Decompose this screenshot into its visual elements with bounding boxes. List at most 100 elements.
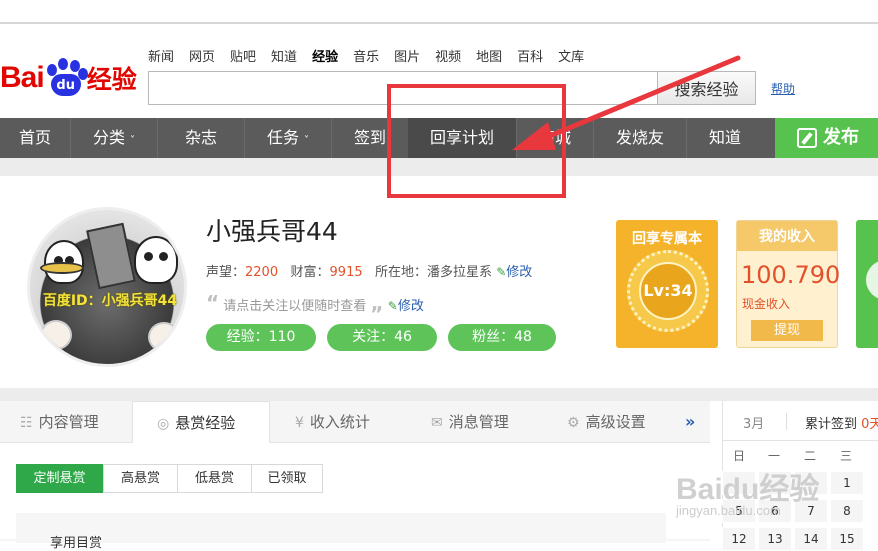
nav-tasks[interactable]: 任务 ˅: [245, 118, 331, 158]
weekday-wed: 三: [839, 449, 852, 463]
product-nav: 新闻 网页 贴吧 知道 经验 音乐 图片 视频 地图 百科 文库: [148, 46, 584, 65]
pencil-icon: ✎: [496, 265, 507, 279]
signin-total-label: 累计签到: [805, 417, 858, 432]
tab-reward-experience[interactable]: ◎ 悬赏经验: [132, 401, 270, 444]
calendar-day[interactable]: 15: [830, 527, 864, 551]
straw-hat-icon: [40, 262, 84, 274]
subtab-high-reward[interactable]: 高悬赏: [103, 464, 178, 493]
tab-income-stats[interactable]: ¥ 收入统计: [295, 401, 370, 443]
product-nav-images[interactable]: 图片: [394, 46, 420, 65]
help-link[interactable]: 帮助: [771, 80, 795, 97]
avatar[interactable]: 百度ID：小强兵哥44: [27, 207, 187, 367]
experience-count-pill[interactable]: 经验：110: [206, 324, 316, 351]
following-count-pill[interactable]: 关注：46: [327, 324, 437, 351]
calendar-day[interactable]: 1: [830, 471, 864, 495]
logo-bai-text: Bai: [0, 61, 45, 94]
baidu-watermark: Baidu经验: [676, 473, 820, 506]
reward-list-header: 享用目赏: [50, 536, 103, 551]
subtab-claimed[interactable]: 已领取: [251, 464, 323, 493]
product-nav-jingyan[interactable]: 经验: [312, 46, 338, 65]
reputation-label: 声望：: [206, 265, 246, 280]
level-value: Lv:34: [639, 262, 697, 320]
top-divider: [0, 22, 878, 24]
product-nav-music[interactable]: 音乐: [353, 46, 379, 65]
close-quote-icon: „: [370, 291, 384, 315]
baidu-jingyan-logo[interactable]: Bai du 经验: [0, 56, 137, 100]
signin-total-value: 0天: [861, 417, 878, 432]
calendar-day[interactable]: 8: [830, 499, 864, 523]
nav-enthusiast[interactable]: 发烧友: [594, 118, 686, 158]
publish-label: 发布: [823, 127, 859, 148]
chevron-down-icon: ˅: [304, 135, 310, 146]
skull-icon: [134, 236, 178, 284]
level-medal-icon: Lv:34: [627, 250, 709, 332]
user-name: 小强兵哥44: [206, 217, 338, 246]
tab-advanced-settings-label: 高级设置: [585, 413, 646, 431]
location-label: 所在地：: [375, 265, 428, 280]
user-stats: 声望：2200 财富：9915 所在地：潘多拉星系 ✎修改: [206, 261, 532, 280]
edit-icon: [797, 128, 817, 148]
level-card[interactable]: 回享专属本 Lv:34: [616, 220, 718, 348]
list-icon: ☷: [20, 415, 33, 431]
search-button[interactable]: 搜索经验: [657, 71, 756, 105]
weekday-sun: 日: [732, 449, 745, 463]
product-nav-news[interactable]: 新闻: [148, 46, 174, 65]
subtab-custom-reward[interactable]: 定制悬赏: [16, 464, 103, 493]
product-nav-map[interactable]: 地图: [476, 46, 502, 65]
section-band: [0, 388, 878, 401]
product-nav-tieba[interactable]: 贴吧: [230, 46, 256, 65]
signature-text: 请点击关注以便随时查看: [223, 299, 367, 314]
green-card[interactable]: [856, 220, 878, 348]
calendar-month: 3月: [743, 417, 765, 432]
followers-count-pill[interactable]: 粉丝：48: [448, 324, 556, 351]
mail-icon: ✉: [431, 415, 443, 431]
nav-home[interactable]: 首页: [0, 118, 70, 158]
income-amount: 100.790: [741, 261, 841, 289]
calendar-day[interactable]: 13: [758, 527, 792, 551]
subtab-low-reward[interactable]: 低悬赏: [177, 464, 252, 493]
tab-message-management[interactable]: ✉ 消息管理: [431, 401, 509, 443]
id-card-icon: [86, 222, 136, 290]
more-tabs-button[interactable]: »: [685, 412, 695, 431]
level-card-title: 回享专属本: [632, 231, 702, 247]
tab-reward-experience-label: 悬赏经验: [175, 414, 236, 432]
withdraw-button[interactable]: 提现: [751, 320, 823, 341]
income-label: 现金收入: [742, 297, 791, 311]
tab-content-management-label: 内容管理: [38, 413, 99, 431]
calendar-day[interactable]: 12: [722, 527, 756, 551]
edit-location-link[interactable]: 修改: [506, 265, 532, 280]
tab-advanced-settings[interactable]: ⚙ 高级设置: [567, 401, 646, 443]
tab-message-management-label: 消息管理: [448, 413, 509, 431]
reputation-value: 2200: [245, 265, 279, 280]
product-nav-zhidao[interactable]: 知道: [271, 46, 297, 65]
chevron-down-icon: ˅: [130, 135, 136, 146]
nav-category-label: 分类: [92, 128, 125, 147]
logo-jingyan-text: 经验: [86, 65, 137, 94]
edit-signature-link[interactable]: 修改: [398, 299, 424, 314]
signin-total: 累计签到 0天: [805, 413, 878, 432]
logo-du-text: du: [50, 74, 81, 96]
income-card: 我的收入 100.790 现金收入 提现: [736, 220, 841, 348]
open-quote-icon: “: [206, 291, 220, 315]
tab-content-management[interactable]: ☷ 内容管理: [20, 401, 99, 443]
product-nav-web[interactable]: 网页: [189, 46, 215, 65]
coin-icon: ◎: [157, 416, 170, 432]
green-card-icon: [866, 260, 878, 300]
publish-button[interactable]: 发布: [775, 118, 878, 158]
yen-icon: ¥: [295, 415, 304, 431]
annotation-highlight-box: [387, 84, 566, 198]
income-card-title: 我的收入: [737, 221, 837, 251]
nav-category[interactable]: 分类 ˅: [71, 118, 157, 158]
avatar-caption: 百度ID：小强兵哥44: [42, 293, 178, 309]
calendar-divider: [786, 413, 787, 430]
nav-magazine[interactable]: 杂志: [158, 118, 244, 158]
calendar-header: 3月 累计签到 0天: [722, 401, 878, 441]
sheep-icon: [148, 322, 180, 352]
paw-icon: du: [45, 58, 88, 98]
nav-tasks-label: 任务: [266, 128, 299, 147]
product-nav-video[interactable]: 视频: [435, 46, 461, 65]
product-nav-wenku[interactable]: 文库: [558, 46, 584, 65]
calendar-day[interactable]: 14: [794, 527, 828, 551]
product-nav-baike[interactable]: 百科: [517, 46, 543, 65]
nav-zhidao[interactable]: 知道: [687, 118, 763, 158]
